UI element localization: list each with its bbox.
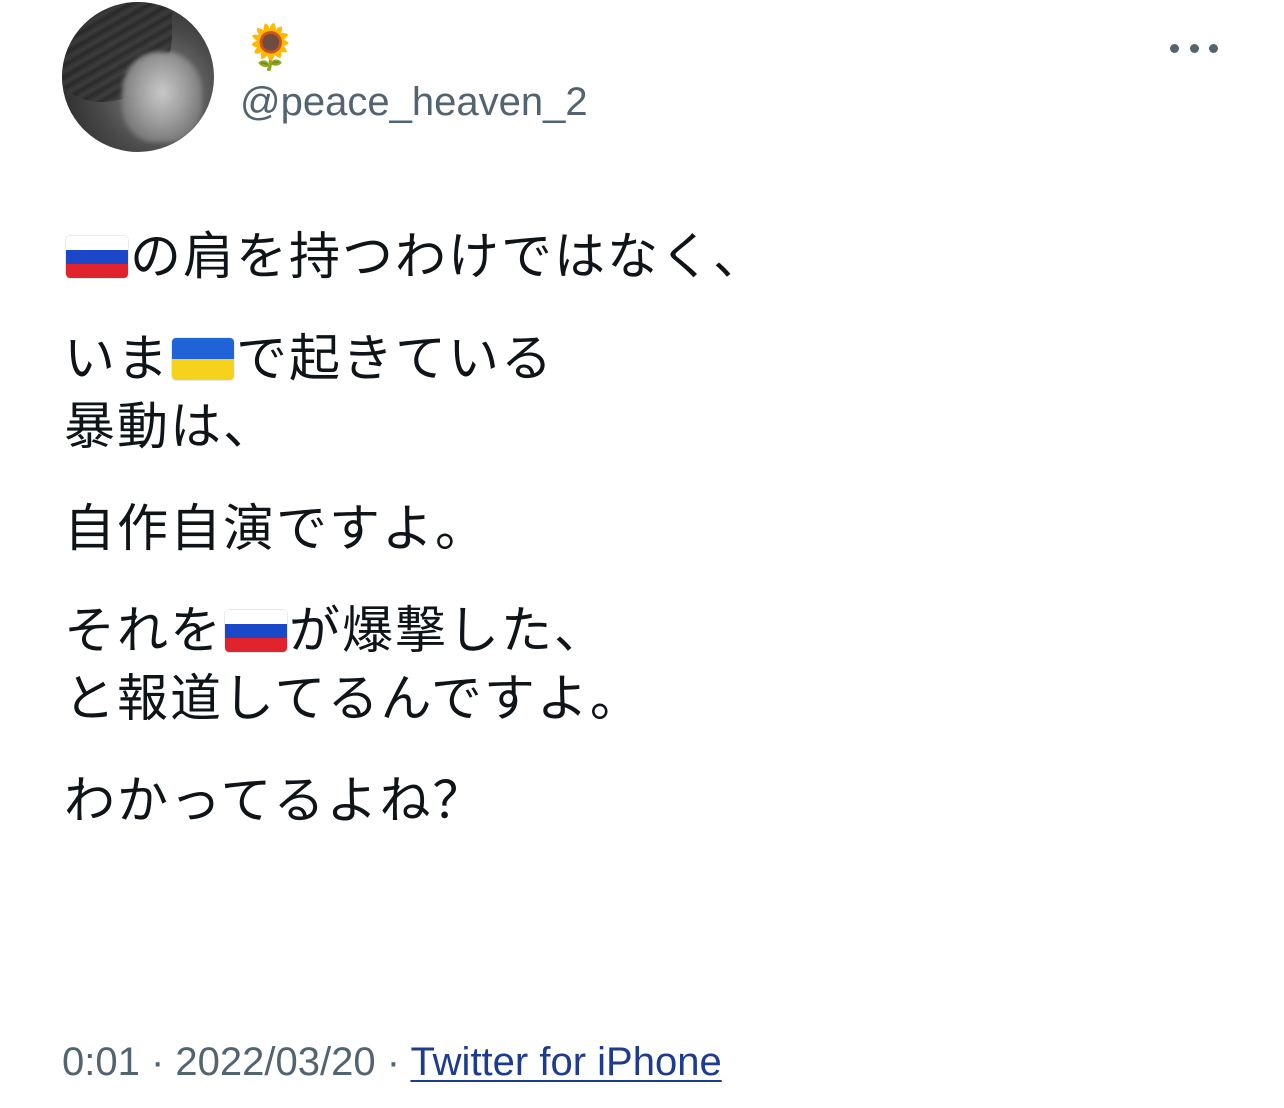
meta-separator: · bbox=[139, 1040, 176, 1084]
tweet-paragraph: いま で起きている 暴動は、 bbox=[64, 326, 1244, 462]
flag-ukraine-icon bbox=[172, 338, 235, 380]
tweet-source-link[interactable]: Twitter for iPhone bbox=[410, 1040, 721, 1084]
tweet-line: 自作自演ですよ。 bbox=[64, 500, 489, 559]
more-dot-icon bbox=[1209, 43, 1218, 53]
tweet-text: の肩を持つわけではなく、 いま で起きている 暴動は、 自作自演ですよ。 それを が… bbox=[64, 224, 1244, 870]
tweet-line: それを が爆撃した、 bbox=[64, 598, 1244, 666]
tweet-line-text: いま bbox=[64, 330, 171, 389]
meta-separator: · bbox=[375, 1040, 411, 1084]
tweet-line: の肩を持つわけではなく、 bbox=[64, 224, 1244, 292]
tweet-line-text: で起きている bbox=[236, 330, 555, 389]
flag-russia-icon bbox=[66, 236, 128, 278]
tweet-line: 暴動は、 bbox=[64, 398, 277, 457]
avatar-face bbox=[122, 52, 202, 142]
tweet-date[interactable]: 2022/03/20 bbox=[175, 1040, 375, 1084]
tweet-line: わかってるよね？ bbox=[64, 772, 486, 831]
tweet-line: と報道してるんですよ。 bbox=[64, 670, 643, 729]
tweet-line-text: の肩を持つわけではなく、 bbox=[130, 228, 767, 287]
tweet-time[interactable]: 0:01 bbox=[62, 1040, 140, 1084]
tweet-paragraph: の肩を持つわけではなく、 bbox=[64, 224, 1244, 292]
tweet-line: いま で起きている bbox=[64, 326, 1244, 394]
more-dot-icon bbox=[1170, 43, 1179, 53]
display-name[interactable]: 🌻 bbox=[243, 20, 298, 76]
tweet-paragraph: 自作自演ですよ。 bbox=[64, 496, 1244, 564]
tweet-paragraph: それを が爆撃した、 と報道してるんですよ。 bbox=[64, 598, 1244, 734]
tweet-paragraph: わかってるよね？ bbox=[64, 768, 1244, 836]
tweet-meta: 0:01 · 2022/03/20 · Twitter for iPhone bbox=[62, 1036, 722, 1088]
username[interactable]: @peace_heaven_2 bbox=[240, 76, 588, 128]
tweet-line-text: それを bbox=[64, 602, 224, 661]
more-options-button[interactable] bbox=[1170, 36, 1218, 60]
flag-russia-icon bbox=[225, 610, 288, 652]
more-dot-icon bbox=[1189, 43, 1199, 53]
avatar[interactable] bbox=[62, 2, 214, 152]
tweet-line-text: が爆撃した、 bbox=[289, 602, 608, 661]
